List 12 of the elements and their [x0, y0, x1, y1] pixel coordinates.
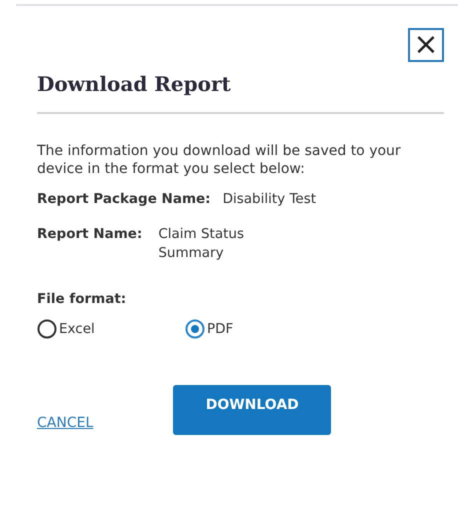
format-label: File format:: [37, 291, 128, 307]
radio-label: Excel: [59, 321, 95, 337]
radio-label: PDF: [207, 321, 234, 337]
dialog-title: Download Report: [37, 72, 444, 114]
intro-text: The information you download will be saved to your device in the format you select below:: [37, 142, 402, 178]
close-button[interactable]: ×: [408, 28, 444, 62]
download-button[interactable]: DOWNLOAD: [173, 385, 332, 435]
detail-label: Report Package Name:: [37, 190, 211, 209]
detail-value: Disability Test: [222, 190, 316, 209]
detail-value: Claim Status Summary: [158, 225, 246, 263]
cancel-link[interactable]: CANCEL: [37, 415, 94, 431]
detail-label: Report Name:: [37, 225, 142, 244]
